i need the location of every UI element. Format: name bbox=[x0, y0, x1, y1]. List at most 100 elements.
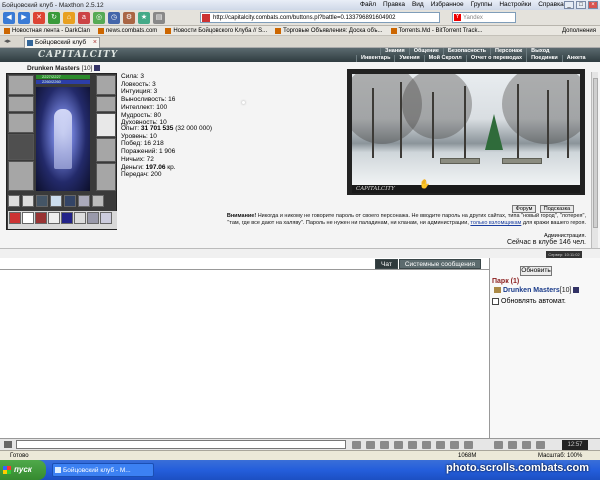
forum-button[interactable]: Форум bbox=[512, 205, 536, 213]
refresh-icon[interactable]: ↻ bbox=[48, 11, 60, 24]
taskbar-item[interactable]: Бойцовский клуб - M... bbox=[52, 463, 154, 477]
stop-icon[interactable]: ✕ bbox=[33, 11, 45, 24]
item-slot[interactable] bbox=[100, 212, 112, 224]
forward-icon[interactable]: ▶ bbox=[18, 11, 30, 24]
emotion-icon[interactable] bbox=[494, 441, 503, 449]
nav-security[interactable]: Безопасность bbox=[442, 48, 490, 55]
gloves-slot[interactable] bbox=[96, 96, 116, 112]
filter-icon[interactable] bbox=[394, 441, 403, 449]
browser-tab[interactable]: Бойцовский клуб × bbox=[24, 37, 100, 48]
menu-favorites[interactable]: Избранное bbox=[431, 0, 464, 10]
send-icon[interactable] bbox=[352, 441, 361, 449]
item-slot[interactable] bbox=[61, 212, 73, 224]
search-box[interactable]: Y Yandex bbox=[452, 12, 516, 23]
exit-icon[interactable] bbox=[536, 441, 545, 449]
maximize-button[interactable]: □ bbox=[576, 1, 586, 9]
location-scene[interactable]: CAPITALCITY bbox=[347, 69, 585, 195]
ring-slot[interactable] bbox=[36, 195, 48, 207]
ring-slot[interactable] bbox=[8, 195, 20, 207]
addons-menu[interactable]: Дополнения bbox=[562, 26, 596, 36]
nav-scroll[interactable]: Мой Скролл bbox=[423, 55, 466, 62]
ring-slot[interactable] bbox=[50, 195, 62, 207]
user-name[interactable]: Drunken Masters bbox=[503, 287, 560, 294]
tools-icon[interactable]: ⚙ bbox=[123, 11, 135, 24]
user-entry[interactable]: Drunken Masters[10] bbox=[494, 287, 580, 294]
armor-slot[interactable] bbox=[8, 134, 34, 160]
user-info-icon[interactable] bbox=[573, 287, 580, 294]
earrings-slot[interactable] bbox=[96, 75, 116, 95]
minimize-button[interactable]: _ bbox=[564, 1, 574, 9]
ring-slot[interactable] bbox=[22, 195, 34, 207]
pants-slot[interactable] bbox=[96, 138, 116, 162]
menu-file[interactable]: Файл bbox=[360, 0, 376, 10]
weapon-slot[interactable] bbox=[8, 113, 34, 133]
nav-profile[interactable]: Анкета bbox=[561, 55, 590, 62]
menu-view[interactable]: Вид bbox=[412, 0, 424, 10]
start-button[interactable]: пуск bbox=[0, 460, 46, 480]
item-slot[interactable] bbox=[48, 212, 60, 224]
christmas-tree[interactable] bbox=[485, 114, 503, 150]
ring-slot[interactable] bbox=[78, 195, 90, 207]
search-icon[interactable]: ◎ bbox=[93, 11, 105, 24]
tab-system-messages[interactable]: Системные сообщения bbox=[398, 259, 481, 269]
shield-slot[interactable] bbox=[96, 113, 116, 137]
friends-icon[interactable] bbox=[522, 441, 531, 449]
nav-fights[interactable]: Поединки bbox=[526, 55, 562, 62]
split-icon[interactable]: ▤ bbox=[153, 11, 165, 24]
menu-settings[interactable]: Настройки bbox=[499, 0, 531, 10]
abc-icon[interactable]: a bbox=[78, 11, 90, 24]
bookmark-item[interactable]: Торговые Объявления: Доска объ... bbox=[275, 27, 383, 34]
item-slot[interactable] bbox=[35, 212, 47, 224]
bookmark-item[interactable]: news.combats.com bbox=[97, 27, 157, 34]
bookmark-item[interactable]: Torrents.Md - BitTorrent Track... bbox=[390, 27, 483, 34]
menu-edit[interactable]: Правка bbox=[383, 0, 405, 10]
auto-refresh-option[interactable]: Обновлять автомат. bbox=[492, 298, 566, 305]
nav-character[interactable]: Персонаж bbox=[490, 48, 526, 55]
helmet-slot[interactable] bbox=[8, 75, 34, 95]
item-slot[interactable] bbox=[87, 212, 99, 224]
nav-skills[interactable]: Умения bbox=[394, 55, 423, 62]
home-icon[interactable]: ⌂ bbox=[63, 11, 75, 24]
color-icon[interactable] bbox=[408, 441, 417, 449]
nav-transfers-report[interactable]: Отчет о переводах bbox=[465, 55, 526, 62]
boots-slot[interactable] bbox=[96, 163, 116, 191]
nav-exit[interactable]: Выход bbox=[526, 48, 553, 55]
private-message-icon[interactable] bbox=[494, 287, 501, 294]
hint-button[interactable]: Подсказка bbox=[540, 205, 574, 213]
history-icon[interactable]: ◷ bbox=[108, 11, 120, 24]
address-bar[interactable]: http://capitalcity.combats.com/buttons.p… bbox=[200, 12, 440, 23]
bookmark-item[interactable]: Новостная лента - DarkClan bbox=[4, 27, 90, 34]
chat-menu-icon[interactable] bbox=[4, 441, 12, 448]
nav-inventory[interactable]: Инвентарь bbox=[356, 55, 394, 62]
ring-slot[interactable] bbox=[92, 195, 104, 207]
nav-communication[interactable]: Общение bbox=[408, 48, 443, 55]
back-icon[interactable]: ◀ bbox=[3, 11, 15, 24]
nav-knowledge[interactable]: Знания bbox=[380, 48, 409, 55]
bookmark-item[interactable]: Новости Бойцовского Клуба // S... bbox=[165, 27, 267, 34]
close-button[interactable]: × bbox=[588, 1, 598, 9]
tab-close-icon[interactable]: × bbox=[93, 38, 97, 48]
translit-icon[interactable] bbox=[436, 441, 445, 449]
menu-help[interactable]: Справка bbox=[538, 0, 564, 10]
chat-input[interactable] bbox=[16, 440, 346, 449]
clear-icon[interactable] bbox=[366, 441, 375, 449]
sound-icon[interactable] bbox=[422, 441, 431, 449]
refresh-button[interactable]: Обновить bbox=[520, 266, 552, 276]
scroll-chat-icon[interactable] bbox=[450, 441, 459, 449]
game-scrollbar[interactable] bbox=[591, 72, 598, 252]
item-slot[interactable] bbox=[22, 212, 34, 224]
chat-area[interactable]: Чат Системные сообщения bbox=[0, 258, 490, 438]
ring-slot[interactable] bbox=[64, 195, 76, 207]
belt-slot[interactable] bbox=[8, 161, 34, 191]
map-icon[interactable] bbox=[508, 441, 517, 449]
item-slot[interactable] bbox=[9, 212, 21, 224]
item-slot[interactable] bbox=[74, 212, 86, 224]
settings-icon[interactable] bbox=[464, 441, 473, 449]
warning-link[interactable]: только взломщикам bbox=[470, 220, 521, 226]
smile-icon[interactable] bbox=[380, 441, 389, 449]
menu-groups[interactable]: Группы bbox=[471, 0, 493, 10]
amulet-slot[interactable] bbox=[8, 96, 34, 112]
info-icon[interactable] bbox=[94, 65, 101, 72]
favorites-icon[interactable]: ★ bbox=[138, 11, 150, 24]
scroll-thumb[interactable] bbox=[593, 78, 598, 228]
